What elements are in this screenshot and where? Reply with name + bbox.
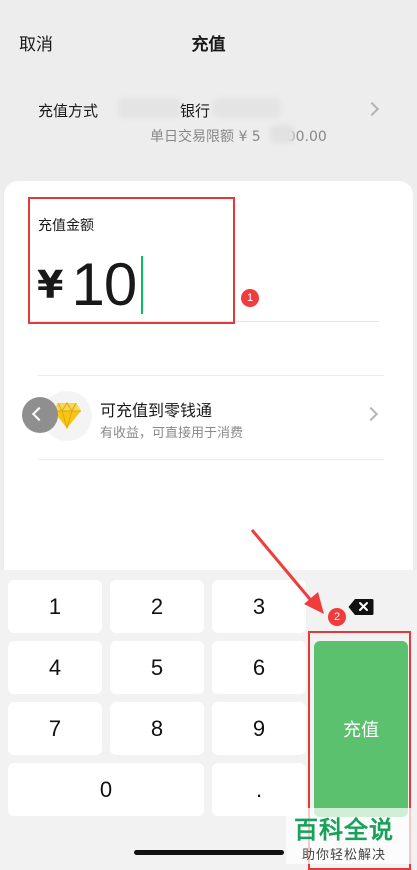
annotation-highlight-amount [28, 197, 235, 324]
annotation-arrow [250, 529, 324, 614]
chevron-right-icon [363, 406, 379, 422]
annotation-badge-1: 1 [241, 289, 259, 307]
lingqiantong-row[interactable]: 可充值到零钱通 有收益，可直接用于消费 [4, 377, 413, 457]
bank-label: 银行 [180, 102, 211, 120]
key-0[interactable]: 0 [8, 763, 204, 816]
watermark-tagline: 助你轻松解决 [302, 848, 387, 863]
divider [38, 459, 384, 460]
key-9[interactable]: 9 [212, 702, 306, 755]
payment-method-label: 充值方式 [38, 102, 99, 120]
key-5[interactable]: 5 [110, 641, 204, 694]
key-1[interactable]: 1 [8, 580, 102, 633]
key-2[interactable]: 2 [110, 580, 204, 633]
divider [38, 375, 384, 376]
watermark: 百科全说 助你轻松解决 [286, 808, 411, 864]
backspace-icon [348, 598, 374, 615]
lingqiantong-title: 可充值到零钱通 [100, 401, 213, 420]
annotation-badge-2: 2 [328, 608, 346, 626]
key-6[interactable]: 6 [212, 641, 306, 694]
home-indicator [134, 850, 284, 855]
navbar: 取消 充值 [0, 0, 417, 84]
chevron-right-icon [364, 101, 380, 117]
key-7[interactable]: 7 [8, 702, 102, 755]
daily-limit-text: 单日交易限额 ¥ 5 00.00 [150, 129, 327, 145]
payment-method-row[interactable]: 充值方式 银行 单日交易限额 ¥ 5 00.00 [0, 84, 417, 174]
key-8[interactable]: 8 [110, 702, 204, 755]
key-4[interactable]: 4 [8, 641, 102, 694]
amount-card: 充值金额 ¥ 10 1 可充值到零钱通 有收益，可直接用于消费 [4, 181, 413, 581]
page-title: 充值 [191, 35, 226, 55]
backspace-button[interactable] [314, 580, 408, 633]
redacted-bank-name [118, 98, 180, 118]
watermark-logo-text: 百科全说 [294, 816, 394, 844]
lingqiantong-subtitle: 有收益，可直接用于消费 [100, 426, 244, 441]
redacted-card-number [213, 98, 281, 118]
redacted-limit-digits [270, 125, 294, 143]
